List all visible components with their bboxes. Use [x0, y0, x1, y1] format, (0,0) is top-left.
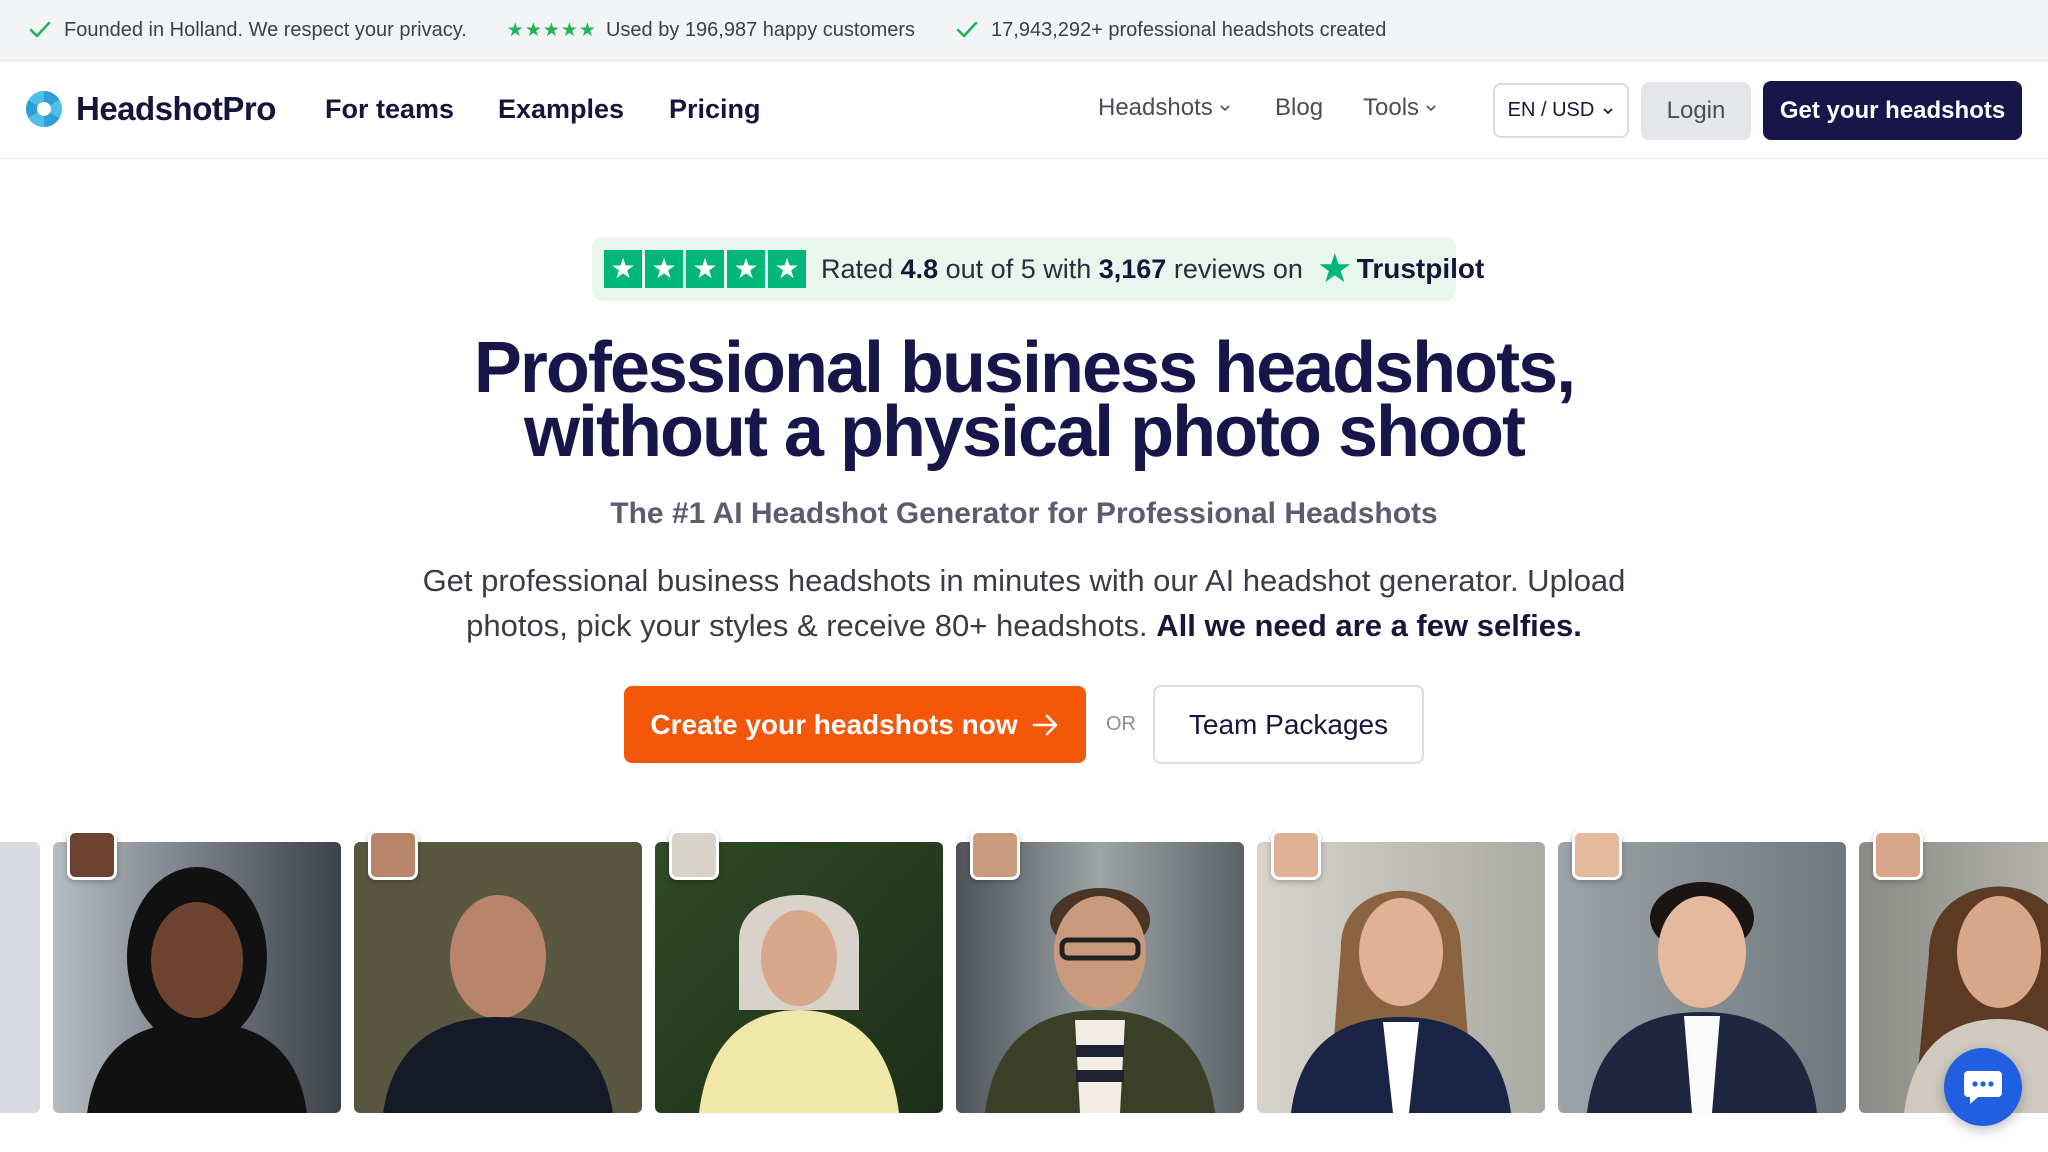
language-currency-label: EN / USD [1507, 99, 1595, 121]
nav-blog[interactable]: Blog [1275, 94, 1323, 122]
trustpilot-brand: Trustpilot [1356, 253, 1485, 284]
avatar [669, 830, 719, 880]
trust-item-customers-text: Used by 196,987 happy customers [605, 18, 916, 41]
hero-title: Professional business headshots, without… [0, 332, 2048, 468]
trust-item-customers: ★★★★★ Used by 196,987 happy customers [507, 19, 915, 42]
avatar [67, 830, 117, 880]
avatar [1271, 830, 1321, 880]
rating-suffix: reviews on [1173, 253, 1303, 284]
rating-prefix: Rated [821, 253, 894, 284]
nav-tools-label: Tools [1363, 94, 1420, 121]
hero-description: Get professional business headshots in m… [380, 558, 1668, 648]
logo-link[interactable]: HeadshotPro [24, 89, 276, 129]
avatar [1873, 830, 1923, 880]
create-headshots-button[interactable]: Create your headshots now [624, 686, 1086, 763]
logo-text: HeadshotPro [76, 90, 276, 127]
language-currency-select[interactable]: EN / USD [1493, 83, 1629, 138]
logo-icon [25, 91, 63, 128]
main-navigation: HeadshotPro For teams Examples Pricing H… [0, 62, 2048, 159]
check-icon [29, 21, 51, 38]
trust-item-privacy: Founded in Holland. We respect your priv… [28, 18, 467, 42]
chat-bubble-icon [1964, 1071, 2002, 1104]
check-icon [956, 21, 978, 38]
headshot-photo [0, 842, 40, 1113]
headshot-photo [956, 842, 1244, 1113]
avatar [368, 830, 418, 880]
rating-mid: out of 5 with [945, 253, 1092, 284]
rating-value: 4.8 [900, 253, 939, 284]
chevron-down-icon [1426, 105, 1436, 112]
headshot-photo [354, 842, 642, 1113]
trust-item-headshots-text: 17,943,292+ professional headshots creat… [991, 18, 1387, 41]
arrow-right-icon [1032, 714, 1057, 735]
trustpilot-stars-icon: ★ ★ ★ ★ ★ [604, 250, 809, 288]
trustpilot-logo: ★ Trustpilot [1317, 246, 1484, 292]
chevron-down-icon [1603, 107, 1613, 114]
login-button[interactable]: Login [1641, 82, 1751, 140]
nav-tools-dropdown[interactable]: Tools [1363, 94, 1437, 122]
headshot-photo [53, 842, 341, 1113]
top-trust-bar: Founded in Holland. We respect your priv… [0, 0, 2048, 61]
rating-stars-icon: ★★★★★ [506, 19, 597, 41]
chevron-down-icon [1220, 105, 1230, 112]
or-separator: OR [1106, 713, 1136, 735]
trustpilot-rating-banner[interactable]: ★ ★ ★ ★ ★ Rated 4.8 out of 5 with 3,167 revi… [592, 237, 1484, 301]
trust-item-privacy-text: Founded in Holland. We respect your priv… [64, 18, 467, 41]
avatar [1572, 830, 1622, 880]
trust-item-headshots: 17,943,292+ professional headshots creat… [955, 18, 1386, 42]
nav-headshots-dropdown[interactable]: Headshots [1098, 94, 1231, 122]
headshot-photo [1257, 842, 1545, 1113]
hero-description-bold: All we need are a few selfies. [1156, 608, 1582, 643]
nav-pricing[interactable]: Pricing [669, 94, 761, 125]
nav-examples[interactable]: Examples [498, 94, 624, 125]
headshot-photo [1558, 842, 1846, 1113]
team-packages-button[interactable]: Team Packages [1153, 685, 1424, 764]
nav-headshots-label: Headshots [1098, 94, 1213, 121]
nav-for-teams[interactable]: For teams [325, 94, 454, 125]
get-headshots-button[interactable]: Get your headshots [1763, 81, 2022, 140]
hero-subtitle: The #1 AI Headshot Generator for Profess… [610, 497, 1438, 530]
avatar [970, 830, 1020, 880]
review-count: 3,167 [1098, 253, 1167, 284]
trustpilot-star-icon: ★ [1316, 247, 1353, 291]
chat-widget-button[interactable] [1944, 1048, 2022, 1126]
headshot-carousel [0, 830, 2048, 1152]
hero-title-line2: without a physical photo shoot [524, 392, 1526, 472]
create-headshots-label: Create your headshots now [650, 708, 1018, 740]
headshot-photo [655, 842, 943, 1113]
